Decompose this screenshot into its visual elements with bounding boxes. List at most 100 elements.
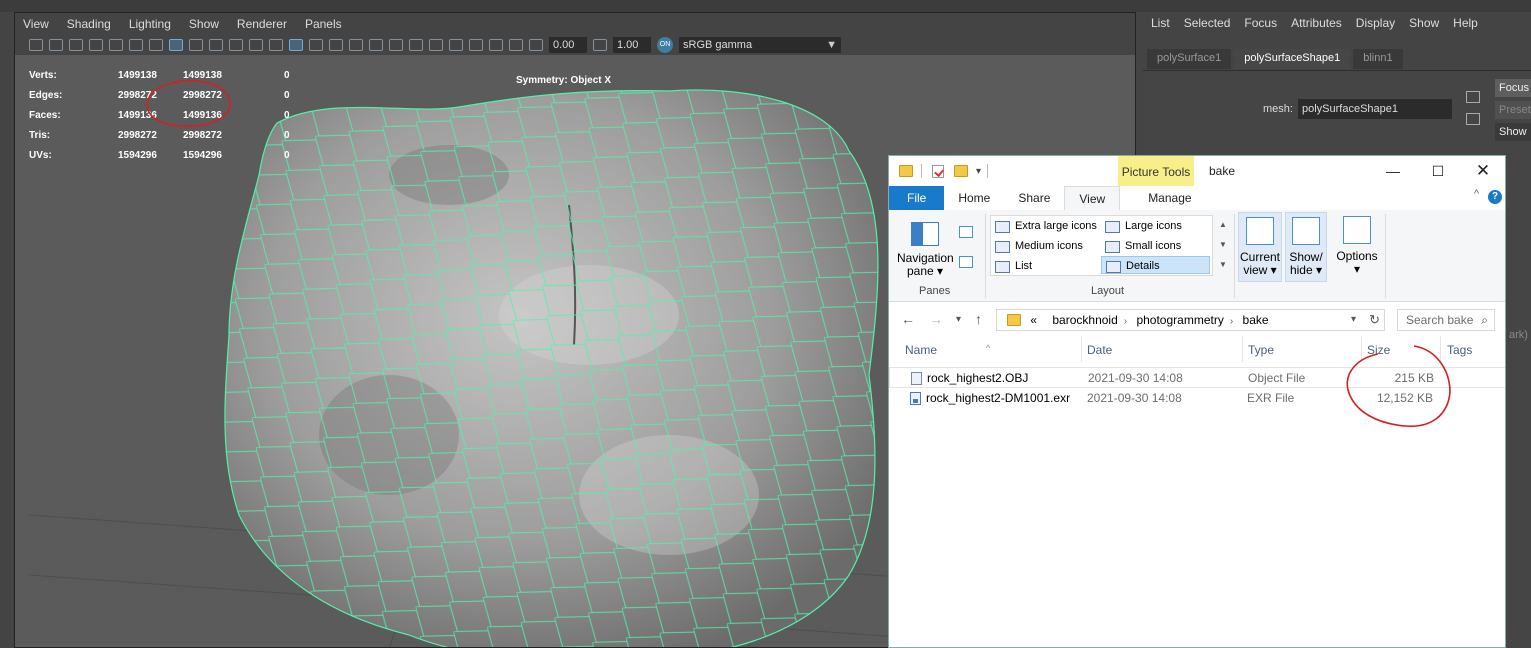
layout-small-icons[interactable]: Small icons — [1101, 237, 1181, 255]
ae-menu-focus[interactable]: Focus — [1244, 16, 1277, 30]
breadcrumb-barockhnoid[interactable]: barockhnoid — [1052, 313, 1117, 327]
properties-icon[interactable] — [932, 164, 944, 178]
address-bar[interactable]: « barockhnoid › photogrammetry › bake ▾ ↻ — [996, 309, 1385, 331]
show-button[interactable]: Show — [1495, 123, 1531, 141]
wireframe-on-shaded-icon[interactable] — [329, 39, 343, 51]
layout-scroll-icon[interactable]: ▲ ▼ ▼ — [1219, 215, 1227, 275]
grid-icon[interactable] — [169, 39, 183, 51]
forward-arrow-icon[interactable]: → — [929, 311, 943, 327]
column-divider[interactable] — [1081, 336, 1082, 362]
default-material-icon[interactable] — [309, 39, 323, 51]
safe-action-icon[interactable] — [229, 39, 243, 51]
xray-icon[interactable] — [489, 39, 503, 51]
ae-menu-selected[interactable]: Selected — [1184, 16, 1231, 30]
address-overflow[interactable]: « — [1030, 313, 1037, 327]
column-size[interactable]: Size — [1367, 343, 1390, 357]
minimize-icon[interactable]: — — [1370, 156, 1416, 186]
ae-menu-help[interactable]: Help — [1453, 16, 1478, 30]
xray-joints-icon[interactable] — [509, 39, 523, 51]
focus-button[interactable]: Focus — [1495, 79, 1531, 97]
help-icon[interactable]: ? — [1488, 190, 1502, 204]
column-name[interactable]: Name — [905, 343, 937, 357]
grease-pencil-icon[interactable] — [109, 39, 123, 51]
navigation-pane-button[interactable]: Navigation pane ▾ — [897, 252, 954, 278]
tab-blinn1[interactable]: blinn1 — [1353, 49, 1403, 69]
menu-view[interactable]: View — [15, 17, 59, 31]
view-transform-select[interactable]: sRGB gamma ▼ — [679, 37, 841, 53]
camera-attr-icon[interactable] — [49, 39, 63, 51]
maximize-icon[interactable]: ☐ — [1415, 156, 1461, 186]
up-arrow-icon[interactable]: ↑ — [975, 311, 982, 327]
column-divider[interactable] — [1242, 336, 1243, 362]
collapse-ribbon-icon[interactable]: ^ — [1474, 188, 1479, 200]
film-gate-icon[interactable] — [129, 39, 143, 51]
layout-medium-icons[interactable]: Medium icons — [991, 237, 1083, 255]
image-plane-icon[interactable] — [89, 39, 103, 51]
exposure-field[interactable]: 0.00 — [549, 37, 587, 53]
ae-menu-attributes[interactable]: Attributes — [1291, 16, 1342, 30]
layout-large-icons[interactable]: Large icons — [1101, 217, 1182, 235]
column-tags[interactable]: Tags — [1447, 343, 1472, 357]
refresh-icon[interactable]: ↻ — [1369, 310, 1380, 330]
file-row[interactable]: rock_highest2-DM1001.exr 2021-09-30 14:0… — [889, 388, 1505, 409]
camera-icon[interactable] — [29, 39, 43, 51]
close-icon[interactable]: ✕ — [1460, 156, 1506, 186]
smooth-shade-icon[interactable] — [289, 39, 303, 51]
anti-alias-icon[interactable] — [449, 39, 463, 51]
preview-pane-icon[interactable] — [959, 226, 973, 238]
breadcrumb-bake[interactable]: bake — [1243, 313, 1269, 327]
tab-file[interactable]: File — [889, 186, 945, 210]
menu-panels[interactable]: Panels — [297, 17, 352, 31]
address-dropdown-icon[interactable]: ▾ — [1351, 310, 1356, 330]
go-to-output-icon[interactable] — [1466, 113, 1480, 125]
exposure-icon[interactable] — [529, 39, 543, 51]
layout-extra-large-icons[interactable]: Extra large icons — [991, 217, 1097, 235]
tab-view[interactable]: View — [1064, 186, 1121, 210]
lights-icon[interactable] — [369, 39, 383, 51]
presets-button[interactable]: Presets — [1495, 101, 1531, 119]
column-type[interactable]: Type — [1248, 343, 1274, 357]
bookmark-icon[interactable] — [69, 39, 83, 51]
new-folder-icon[interactable] — [954, 165, 968, 177]
motion-blur-icon[interactable] — [429, 39, 443, 51]
ae-menu-display[interactable]: Display — [1356, 16, 1395, 30]
color-management-toggle[interactable]: ON — [657, 37, 673, 53]
layout-details[interactable]: Details — [1101, 256, 1210, 274]
menu-shading[interactable]: Shading — [59, 17, 121, 31]
gamma-icon[interactable] — [593, 39, 607, 51]
isolate-select-icon[interactable] — [469, 39, 483, 51]
layout-list[interactable]: List — [991, 257, 1032, 275]
search-box[interactable]: Search bake ⌕ — [1397, 309, 1495, 331]
wireframe-icon[interactable] — [269, 39, 283, 51]
safe-title-icon[interactable] — [249, 39, 263, 51]
menu-show[interactable]: Show — [181, 17, 229, 31]
ae-menu-list[interactable]: List — [1151, 16, 1170, 30]
menu-renderer[interactable]: Renderer — [229, 17, 297, 31]
tab-polysurfaceshape1[interactable]: polySurfaceShape1 — [1234, 49, 1351, 69]
show-hide-button[interactable]: Show/ hide ▾ — [1285, 212, 1327, 282]
menu-lighting[interactable]: Lighting — [121, 17, 181, 31]
recent-locations-chevron-icon[interactable]: ▾ — [956, 314, 961, 325]
current-view-button[interactable]: Current view ▾ — [1238, 212, 1282, 282]
details-pane-icon[interactable] — [959, 256, 973, 268]
tab-home[interactable]: Home — [944, 186, 1004, 210]
gate-mask-icon[interactable] — [189, 39, 203, 51]
focus-node-icon[interactable] — [1466, 91, 1480, 103]
tab-polysurface1[interactable]: polySurface1 — [1147, 49, 1232, 69]
file-row[interactable]: rock_highest2.OBJ 2021-09-30 14:08 Objec… — [889, 367, 1505, 388]
textured-icon[interactable] — [349, 39, 363, 51]
breadcrumb-photogrammetry[interactable]: photogrammetry — [1136, 313, 1223, 327]
ambient-occlusion-icon[interactable] — [409, 39, 423, 51]
tab-share[interactable]: Share — [1004, 186, 1064, 210]
column-date[interactable]: Date — [1087, 343, 1112, 357]
customize-chevron-icon[interactable]: ▾ — [976, 166, 981, 177]
shadows-icon[interactable] — [389, 39, 403, 51]
column-divider[interactable] — [1361, 336, 1362, 362]
field-chart-icon[interactable] — [209, 39, 223, 51]
gamma-field[interactable]: 1.00 — [613, 37, 651, 53]
resolution-gate-icon[interactable] — [149, 39, 163, 51]
tab-manage[interactable]: Manage — [1134, 186, 1205, 210]
mesh-name-field[interactable]: polySurfaceShape1 — [1298, 99, 1452, 119]
column-divider[interactable] — [1440, 336, 1441, 362]
ae-menu-show[interactable]: Show — [1409, 16, 1439, 30]
